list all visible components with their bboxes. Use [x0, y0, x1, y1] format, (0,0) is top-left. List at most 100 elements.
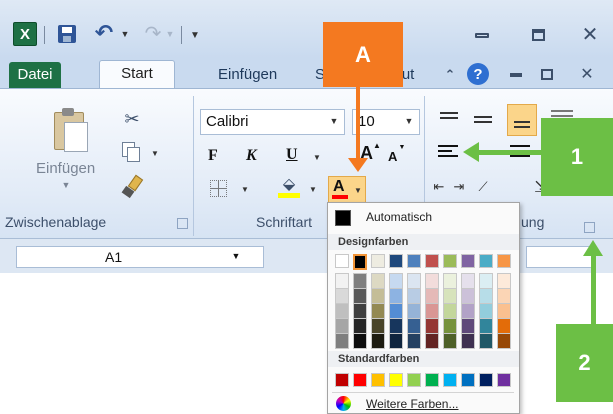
font-color-button[interactable]: A ▼: [328, 176, 366, 204]
theme-shade-swatch[interactable]: [497, 333, 511, 349]
undo-dropdown-icon[interactable]: ▼: [120, 28, 130, 40]
theme-color-swatch[interactable]: [461, 254, 475, 268]
paste-icon[interactable]: [52, 108, 88, 152]
theme-color-swatch[interactable]: [479, 254, 493, 268]
theme-shade-swatch[interactable]: [425, 273, 439, 289]
font-size-dropdown-icon[interactable]: ▼: [404, 116, 414, 126]
italic-button[interactable]: K: [246, 147, 257, 165]
standard-color-swatch[interactable]: [497, 373, 511, 387]
theme-color-swatch[interactable]: [407, 254, 421, 268]
theme-shade-swatch[interactable]: [425, 288, 439, 304]
theme-shade-swatch[interactable]: [335, 303, 349, 319]
theme-shade-swatch[interactable]: [389, 303, 403, 319]
standard-color-swatch[interactable]: [335, 373, 349, 387]
theme-shade-swatch[interactable]: [479, 288, 493, 304]
increase-indent-icon[interactable]: ⇥: [449, 178, 469, 196]
standard-color-swatch[interactable]: [479, 373, 493, 387]
theme-shade-swatch[interactable]: [479, 318, 493, 334]
ribbon-minimize-chevron-icon[interactable]: ⌃: [442, 66, 458, 84]
text-direction-icon[interactable]: ⟋: [473, 178, 493, 196]
theme-shade-swatch[interactable]: [371, 318, 385, 334]
theme-shade-swatch[interactable]: [479, 303, 493, 319]
font-size-combobox[interactable]: 10 ▼: [352, 109, 420, 135]
theme-shade-swatch[interactable]: [461, 303, 475, 319]
theme-shade-swatch[interactable]: [443, 288, 457, 304]
underline-dropdown-icon[interactable]: ▼: [312, 152, 322, 162]
theme-shade-swatch[interactable]: [461, 288, 475, 304]
close-icon[interactable]: ✕: [576, 22, 604, 46]
theme-shade-swatch[interactable]: [335, 273, 349, 289]
customize-quick-access-icon[interactable]: ▼: [188, 28, 202, 42]
minimize-icon[interactable]: [468, 24, 496, 46]
align-middle-icon[interactable]: [474, 116, 492, 130]
theme-shade-swatch[interactable]: [353, 273, 367, 289]
theme-color-swatch[interactable]: [335, 254, 349, 268]
copy-icon[interactable]: [122, 142, 144, 162]
align-top-icon[interactable]: [440, 112, 458, 126]
cut-icon[interactable]: ✂: [121, 108, 143, 130]
automatic-color-swatch[interactable]: [335, 210, 351, 226]
format-painter-icon[interactable]: [119, 174, 144, 199]
workbook-restore-icon[interactable]: [538, 64, 556, 84]
standard-color-swatch[interactable]: [425, 373, 439, 387]
name-box-dropdown-icon[interactable]: ▼: [231, 251, 241, 261]
theme-shade-swatch[interactable]: [443, 333, 457, 349]
align-bottom-button[interactable]: [507, 104, 537, 136]
theme-shade-swatch[interactable]: [389, 318, 403, 334]
theme-shade-swatch[interactable]: [353, 333, 367, 349]
tab-einfuegen[interactable]: Einfügen: [208, 62, 287, 88]
theme-color-swatch[interactable]: [389, 254, 403, 268]
theme-shade-swatch[interactable]: [353, 318, 367, 334]
theme-color-swatch[interactable]: [425, 254, 439, 268]
underline-button[interactable]: U: [286, 146, 298, 164]
standard-color-swatch[interactable]: [443, 373, 457, 387]
bold-button[interactable]: F: [208, 147, 218, 165]
automatic-color-option[interactable]: Automatisch: [366, 210, 432, 224]
clipboard-dialog-launcher-icon[interactable]: [177, 218, 188, 229]
copy-dropdown-icon[interactable]: ▼: [150, 148, 160, 158]
theme-shade-swatch[interactable]: [371, 288, 385, 304]
theme-shade-swatch[interactable]: [407, 318, 421, 334]
workbook-minimize-icon[interactable]: [507, 66, 525, 84]
font-color-dropdown-icon[interactable]: ▼: [353, 185, 363, 195]
theme-shade-swatch[interactable]: [479, 273, 493, 289]
theme-shade-swatch[interactable]: [353, 303, 367, 319]
theme-shade-swatch[interactable]: [389, 333, 403, 349]
standard-color-swatch[interactable]: [389, 373, 403, 387]
theme-shade-swatch[interactable]: [389, 273, 403, 289]
borders-dropdown-icon[interactable]: ▼: [240, 184, 250, 194]
theme-shade-swatch[interactable]: [407, 288, 421, 304]
decrease-indent-icon[interactable]: ⇤: [429, 178, 449, 196]
align-left-icon[interactable]: [438, 145, 460, 161]
theme-shade-swatch[interactable]: [335, 318, 349, 334]
tab-start[interactable]: Start: [99, 60, 175, 90]
theme-color-swatch[interactable]: [497, 254, 511, 268]
theme-shade-swatch[interactable]: [497, 288, 511, 304]
restore-icon[interactable]: [524, 24, 552, 46]
theme-shade-swatch[interactable]: [407, 273, 421, 289]
theme-shade-swatch[interactable]: [407, 333, 421, 349]
fill-color-dropdown-icon[interactable]: ▼: [308, 184, 318, 194]
theme-shade-swatch[interactable]: [371, 273, 385, 289]
theme-shade-swatch[interactable]: [443, 303, 457, 319]
theme-shade-swatch[interactable]: [461, 333, 475, 349]
tab-datei[interactable]: Datei: [9, 62, 61, 88]
font-name-dropdown-icon[interactable]: ▼: [329, 116, 339, 126]
theme-shade-swatch[interactable]: [335, 333, 349, 349]
theme-shade-swatch[interactable]: [371, 303, 385, 319]
theme-shade-swatch[interactable]: [407, 303, 421, 319]
help-icon[interactable]: ?: [467, 63, 489, 85]
paste-button-label[interactable]: Einfügen: [36, 160, 95, 177]
font-name-combobox[interactable]: Calibri ▼: [200, 109, 345, 135]
theme-shade-swatch[interactable]: [497, 273, 511, 289]
theme-color-swatch[interactable]: [353, 254, 367, 270]
paste-dropdown-icon[interactable]: ▼: [60, 180, 72, 190]
theme-shade-swatch[interactable]: [425, 303, 439, 319]
workbook-close-icon[interactable]: ✕: [576, 64, 598, 84]
theme-shade-swatch[interactable]: [425, 333, 439, 349]
borders-icon[interactable]: [210, 180, 227, 197]
save-icon[interactable]: [58, 25, 76, 43]
name-box[interactable]: A1 ▼: [16, 246, 264, 268]
theme-color-swatch[interactable]: [371, 254, 385, 268]
theme-shade-swatch[interactable]: [497, 303, 511, 319]
